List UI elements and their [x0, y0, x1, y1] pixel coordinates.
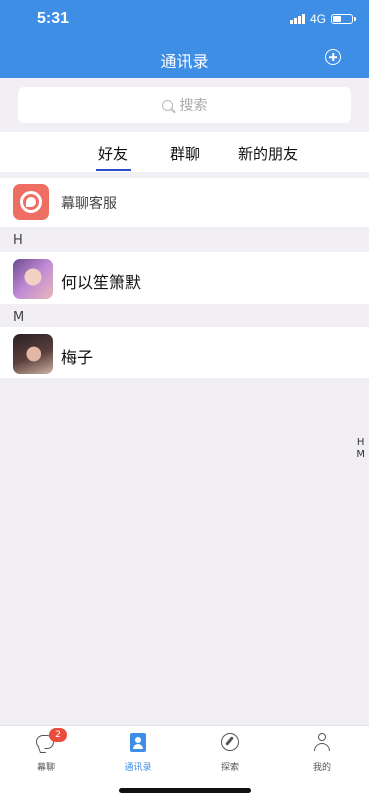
customer-service-row[interactable]: 幕聊客服	[0, 178, 369, 227]
section-header-m: M	[13, 310, 25, 325]
index-letter-h[interactable]: H	[357, 437, 365, 449]
status-icons: 4G	[289, 12, 356, 26]
tabbar-item-chats[interactable]: 2 幕聊	[16, 728, 76, 773]
contact-name: 梅子	[61, 348, 94, 367]
compass-icon	[219, 732, 241, 754]
contacts-icon	[127, 732, 149, 754]
tab-new-friends[interactable]: 新的朋友	[238, 143, 298, 164]
tabbar-label: 我的	[312, 763, 331, 773]
tabbar-item-explore[interactable]: 探索	[200, 732, 260, 773]
page-title: 通讯录	[160, 52, 209, 71]
avatar	[13, 334, 53, 374]
home-indicator	[119, 788, 251, 793]
contact-row[interactable]: 梅子	[0, 327, 369, 379]
unread-badge: 2	[49, 728, 67, 742]
customer-service-name: 幕聊客服	[61, 196, 117, 212]
app-header: 5:31 4G 通讯录	[0, 0, 369, 78]
tabbar-label: 通讯录	[124, 763, 152, 773]
search-placeholder: 搜索	[179, 98, 208, 114]
alphabet-index: H M	[356, 437, 365, 461]
add-icon[interactable]	[325, 49, 341, 65]
search-icon	[161, 99, 173, 111]
user-icon	[311, 732, 333, 754]
contact-tabs: 好友 群聊 新的朋友	[0, 132, 369, 172]
avatar	[13, 259, 53, 299]
signal-icon	[289, 14, 305, 24]
search-input[interactable]: 搜索	[18, 87, 351, 123]
chat-icon: 2	[35, 728, 67, 754]
contact-row[interactable]: 何以笙箫默	[0, 252, 369, 304]
contact-name: 何以笙箫默	[61, 273, 142, 292]
status-time: 5:31	[37, 10, 70, 27]
section-header-h: H	[13, 233, 23, 248]
active-tab-indicator	[96, 169, 131, 171]
tabbar-label: 幕聊	[36, 763, 55, 773]
battery-icon	[331, 14, 356, 24]
bottom-tab-bar: 2 幕聊 通讯录 探索 我的	[0, 725, 369, 801]
tabbar-label: 探索	[220, 763, 239, 773]
tabbar-item-contacts[interactable]: 通讯录	[108, 732, 168, 773]
search-area: 搜索	[0, 78, 369, 131]
tabbar-item-me[interactable]: 我的	[292, 732, 352, 773]
network-label: 4G	[309, 12, 326, 26]
tab-group-chats[interactable]: 群聊	[170, 143, 200, 164]
customer-service-avatar	[13, 184, 49, 220]
index-letter-m[interactable]: M	[356, 449, 365, 461]
tab-friends[interactable]: 好友	[98, 143, 128, 164]
